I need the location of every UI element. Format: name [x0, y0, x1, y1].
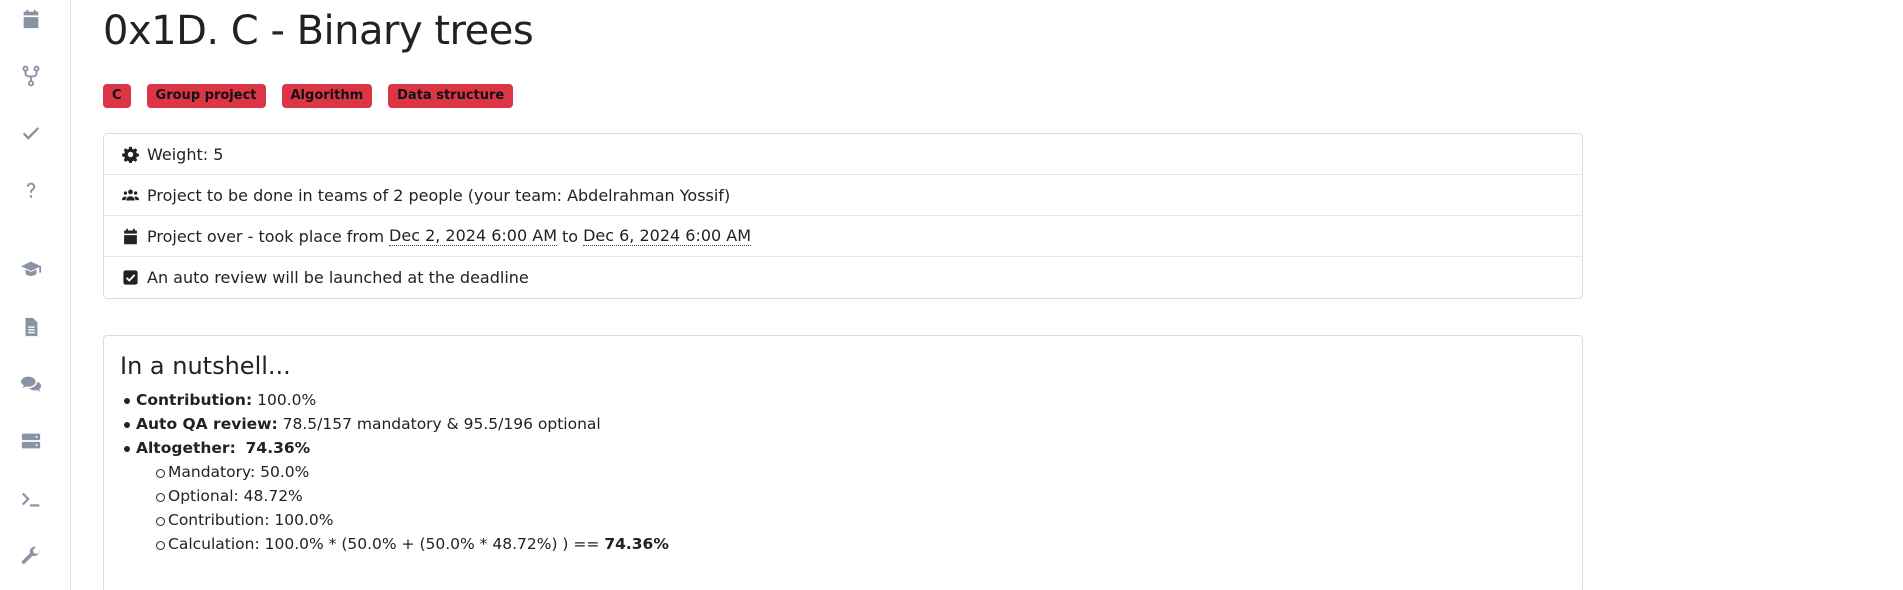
tag-list: C Group project Algorithm Data structure — [103, 84, 514, 108]
contribution-item: Contribution: 100.0% — [120, 388, 1566, 412]
question-icon[interactable] — [14, 173, 48, 207]
nutshell-panel: In a nutshell... Contribution: 100.0% Au… — [103, 335, 1583, 590]
tag-algorithm: Algorithm — [281, 84, 373, 108]
qa-value: 78.5/157 mandatory & 95.5/196 optional — [282, 415, 601, 433]
page-title: 0x1D. C - Binary trees — [103, 8, 534, 54]
team-row: Project to be done in teams of 2 people … — [104, 175, 1582, 216]
auto-review-row: An auto review will be launched at the d… — [104, 257, 1582, 298]
wrench-icon[interactable] — [14, 539, 48, 573]
start-date: Dec 2, 2024 6:00 AM — [389, 226, 557, 246]
end-date: Dec 6, 2024 6:00 AM — [583, 226, 752, 246]
calendar-icon[interactable] — [14, 2, 48, 36]
terminal-icon[interactable] — [14, 482, 48, 516]
users-icon — [122, 189, 139, 200]
check-icon[interactable] — [14, 116, 48, 150]
calculation-item: Calculation: 100.0% * (50.0% + (50.0% * … — [120, 532, 1566, 556]
qa-label: Auto QA review: — [136, 415, 278, 433]
calendar-icon — [124, 228, 137, 244]
fork-icon[interactable] — [14, 59, 48, 93]
contribution-sub-item: Contribution: 100.0% — [120, 508, 1566, 532]
tag-data-structure: Data structure — [388, 84, 514, 108]
weight-text: Weight: 5 — [147, 144, 224, 164]
weight-row: Weight: 5 — [104, 134, 1582, 175]
calculation-text: Calculation: 100.0% * (50.0% + (50.0% * … — [168, 535, 600, 553]
contribution-label: Contribution: — [136, 391, 253, 409]
schedule-row: Project over - took place from Dec 2, 20… — [104, 216, 1582, 257]
checkbox-checked-icon — [123, 270, 138, 285]
altogether-value: 74.36% — [245, 439, 311, 457]
calculation-result: 74.36% — [604, 535, 669, 553]
chat-icon[interactable] — [14, 367, 48, 401]
altogether-item: Altogether: 74.36% — [120, 436, 1566, 460]
file-icon[interactable] — [14, 310, 48, 344]
tag-c: C — [103, 84, 131, 108]
mandatory-item: Mandatory: 50.0% — [120, 460, 1566, 484]
tag-group-project: Group project — [146, 84, 266, 108]
schedule-prefix: Project over - took place from — [147, 226, 385, 246]
gear-icon — [122, 146, 139, 163]
project-info-panel: Weight: 5 Project to be done in teams of… — [103, 133, 1583, 299]
auto-review-text: An auto review will be launched at the d… — [147, 268, 529, 287]
altogether-label: Altogether: — [136, 439, 236, 457]
score-list: Contribution: 100.0% Auto QA review: 78.… — [120, 388, 1566, 556]
optional-item: Optional: 48.72% — [120, 484, 1566, 508]
graduation-cap-icon[interactable] — [14, 252, 48, 286]
contribution-value: 100.0% — [257, 391, 317, 409]
server-icon[interactable] — [14, 424, 48, 458]
sidebar — [0, 0, 71, 590]
qa-review-item: Auto QA review: 78.5/157 mandatory & 95.… — [120, 412, 1566, 436]
to-label: to — [562, 226, 579, 246]
team-text: Project to be done in teams of 2 people … — [147, 185, 731, 205]
nutshell-heading: In a nutshell... — [120, 352, 291, 380]
